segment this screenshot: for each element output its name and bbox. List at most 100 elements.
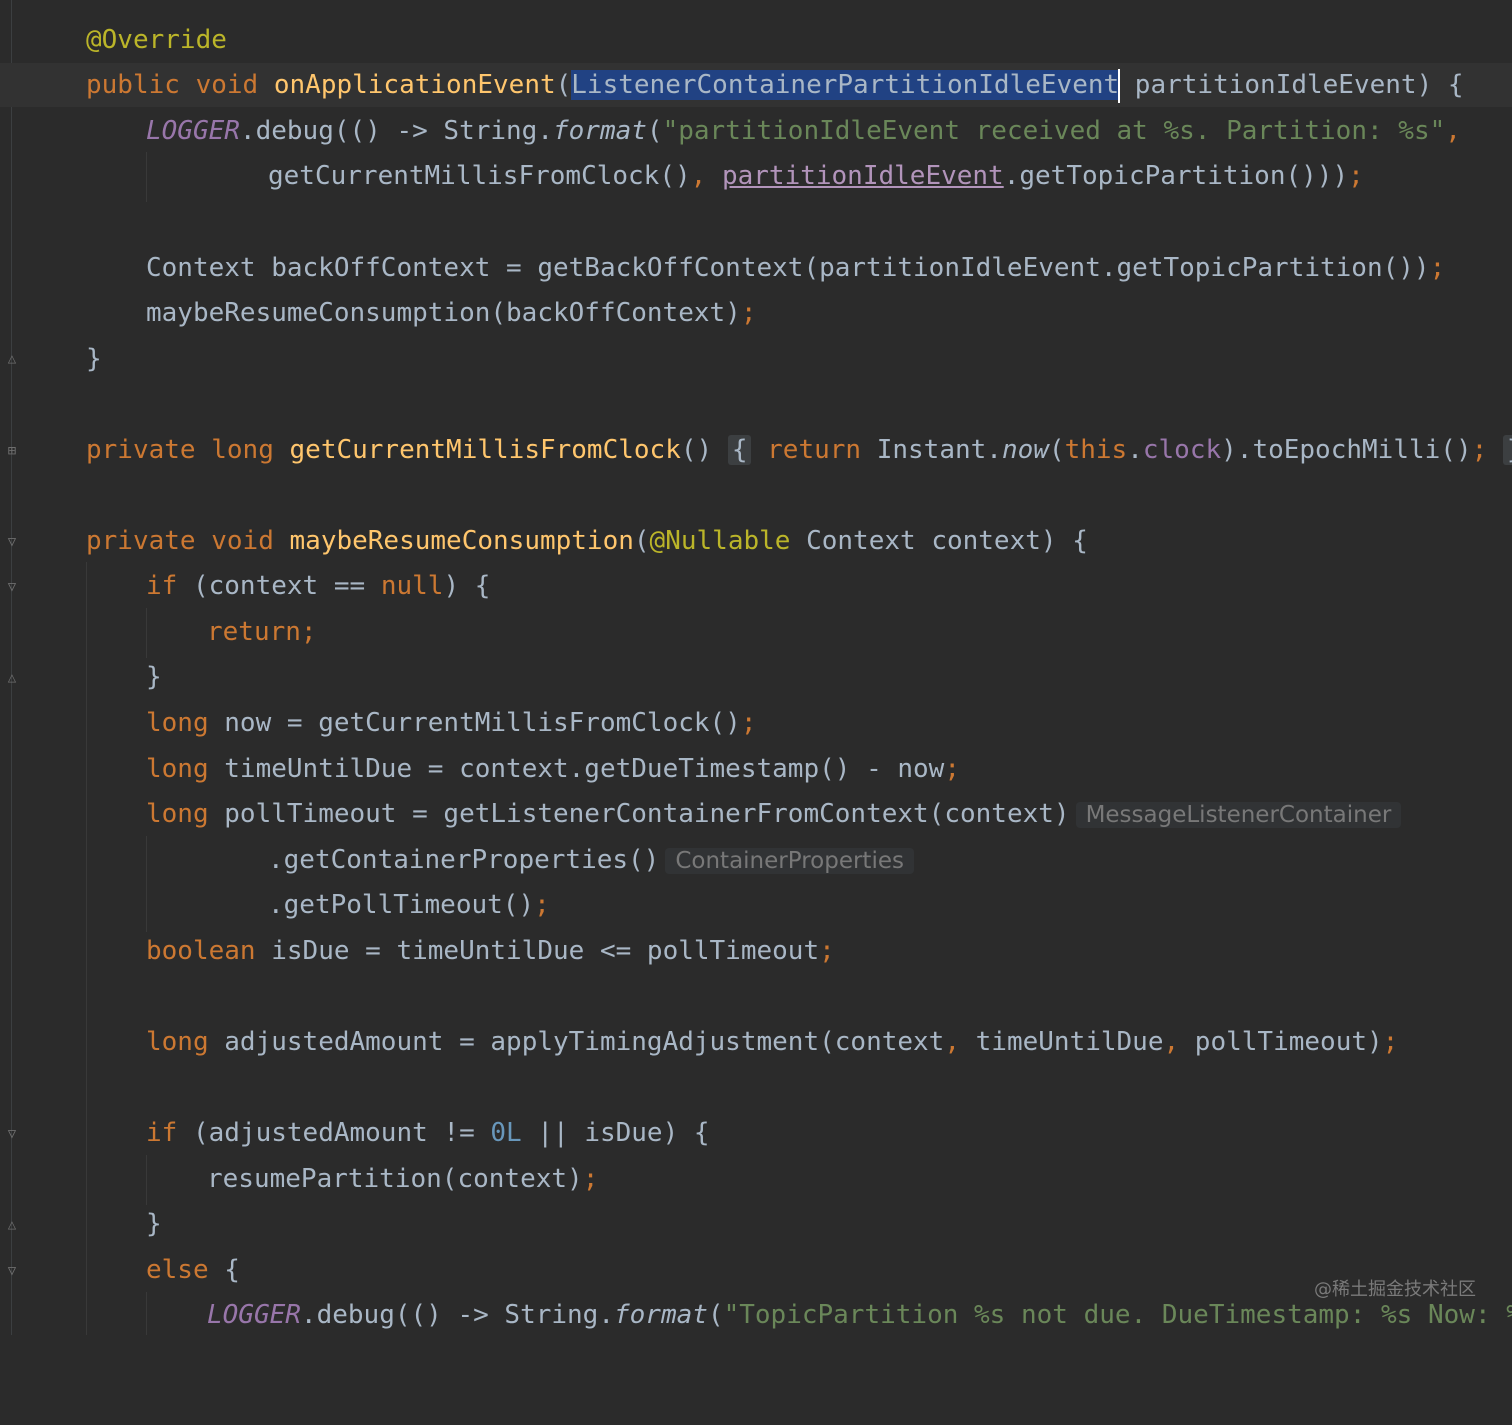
string-literal: "partitionIdleEvent received at %s. Part… <box>662 116 1446 146</box>
semicolon: ; <box>300 617 317 647</box>
semicolon: ; <box>1348 161 1364 191</box>
code-text: ).toEpochMilli() <box>1221 435 1472 465</box>
method-signature: public void onApplicationEvent(ListenerC… <box>86 63 1464 107</box>
code-text: ( <box>646 116 663 146</box>
method-name: maybeResumeConsumption <box>289 526 634 556</box>
code-text: .debug(() -> String. <box>239 116 553 146</box>
code-statement: LOGGER.debug(() -> String.format("partit… <box>146 109 1461 153</box>
closing-brace: } <box>146 662 162 692</box>
semicolon: ; <box>1429 253 1446 283</box>
code-statement: long timeUntilDue = context.getDueTimest… <box>146 747 960 791</box>
code-line[interactable]: if (adjustedAmount != 0L || isDue) { <box>0 1111 1512 1155</box>
method-signature: private long getCurrentMillisFromClock()… <box>86 428 1512 472</box>
code-statement: long pollTimeout = getListenerContainerF… <box>146 792 1402 837</box>
static-field: LOGGER <box>146 116 240 146</box>
code-text: Context context) { <box>790 526 1088 556</box>
selected-text[interactable]: ListenerContainerPartitionIdleEvent <box>571 70 1120 100</box>
code-line[interactable]: getCurrentMillisFromClock(), partitionId… <box>0 154 1512 198</box>
keyword: long <box>211 435 274 465</box>
annotation-override: @Override <box>86 25 227 55</box>
code-statement: .getPollTimeout(); <box>268 883 550 927</box>
keyword: this <box>1064 435 1128 465</box>
comma: , <box>1163 1027 1180 1057</box>
code-line[interactable]: boolean isDue = timeUntilDue <= pollTime… <box>0 929 1512 973</box>
code-line[interactable]: if (context == null) { <box>0 564 1512 608</box>
code-line[interactable]: else { <box>0 1248 1512 1292</box>
static-method: format <box>614 1300 708 1330</box>
keyword: void <box>211 526 274 556</box>
code-line[interactable]: Context backOffContext = getBackOffConte… <box>0 246 1512 290</box>
folded-region-end[interactable]: } <box>1502 435 1512 465</box>
closing-brace: } <box>146 1209 162 1239</box>
code-text: isDue = timeUntilDue <= pollTimeout <box>255 936 820 966</box>
comma: , <box>1445 116 1461 146</box>
code-line-current[interactable]: public void onApplicationEvent(ListenerC… <box>0 63 1512 107</box>
code-line[interactable]: resumePartition(context); <box>0 1157 1512 1201</box>
code-line[interactable]: .getContainerProperties() ContainerProper… <box>0 838 1512 882</box>
code-line[interactable]: private long getCurrentMillisFromClock()… <box>0 428 1512 472</box>
code-line[interactable]: } <box>0 1202 1512 1246</box>
type-inlay-hint: ContainerProperties <box>665 848 914 874</box>
string-literal: "TopicPartition %s not due. DueTimestamp… <box>723 1300 1512 1330</box>
code-text: resumePartition(context) <box>207 1164 583 1194</box>
code-text: partitionIdleEvent) { <box>1119 70 1464 100</box>
semicolon: ; <box>534 890 550 920</box>
code-text: now = getCurrentMillisFromClock() <box>208 708 741 738</box>
code-line[interactable]: return; <box>0 610 1512 654</box>
code-line[interactable]: long adjustedAmount = applyTimingAdjustm… <box>0 1020 1512 1064</box>
semicolon: ; <box>740 298 757 328</box>
semicolon: ; <box>944 754 960 784</box>
method-signature: private void maybeResumeConsumption(@Nul… <box>86 519 1088 563</box>
code-text: || isDue) { <box>521 1118 710 1148</box>
keyword: long <box>146 754 209 784</box>
code-text: timeUntilDue = context.getDueTimestamp()… <box>208 754 945 784</box>
watermark: @稀土掘金技术社区 <box>1314 1279 1476 1300</box>
code-text: getCurrentMillisFromClock() <box>268 161 691 191</box>
code-text: pollTimeout = getListenerContainerFromCo… <box>208 799 1070 829</box>
code-text: ) { <box>443 571 491 601</box>
code-line[interactable]: maybeResumeConsumption(backOffContext); <box>0 291 1512 335</box>
keyword: long <box>146 708 209 738</box>
code-line[interactable]: } <box>0 655 1512 699</box>
parameter-reference-link[interactable]: partitionIdleEvent <box>722 161 1004 191</box>
semicolon: ; <box>1382 1027 1399 1057</box>
comma: , <box>944 1027 960 1057</box>
keyword: long <box>146 1027 209 1057</box>
folded-region-start[interactable]: { <box>727 435 752 465</box>
code-line[interactable]: long now = getCurrentMillisFromClock(); <box>0 701 1512 745</box>
code-line[interactable]: @Override <box>0 18 1512 62</box>
static-field: LOGGER <box>207 1300 301 1330</box>
keyword: if <box>146 1118 178 1148</box>
keyword: private <box>86 526 196 556</box>
keyword: null <box>380 571 444 601</box>
code-line[interactable]: } <box>0 337 1512 381</box>
annotation: @Nullable <box>649 526 791 556</box>
code-line[interactable]: long pollTimeout = getListenerContainerF… <box>0 792 1512 836</box>
code-text: (adjustedAmount != <box>177 1118 491 1148</box>
code-text: () <box>680 435 713 465</box>
code-text: .getPollTimeout() <box>268 890 535 920</box>
code-text: (context == <box>177 571 381 601</box>
code-statement: resumePartition(context); <box>207 1157 598 1201</box>
code-editor[interactable]: ▽ △ ⊞ ▽ ▽ △ ▽ △ ▽ @Override public void … <box>0 0 1512 1335</box>
code-line[interactable]: long timeUntilDue = context.getDueTimest… <box>0 747 1512 791</box>
keyword: public <box>86 70 180 100</box>
code-line[interactable]: .getPollTimeout(); <box>0 883 1512 927</box>
code-line[interactable]: LOGGER.debug(() -> String.format("TopicP… <box>0 1293 1512 1337</box>
code-line[interactable]: LOGGER.debug(() -> String.format("partit… <box>0 109 1512 153</box>
code-text: Instant. <box>861 435 1002 465</box>
method-name: onApplicationEvent <box>273 70 556 100</box>
code-text: timeUntilDue <box>960 1027 1164 1057</box>
keyword: if <box>146 571 178 601</box>
code-line[interactable]: private void maybeResumeConsumption(@Nul… <box>0 519 1512 563</box>
static-method: format <box>553 116 647 146</box>
code-text: Context backOffContext = getBackOffConte… <box>146 253 1430 283</box>
code-statement: long adjustedAmount = applyTimingAdjustm… <box>146 1020 1398 1064</box>
keyword: void <box>195 70 259 100</box>
semicolon: ; <box>582 1164 599 1194</box>
code-statement: .getContainerProperties() ContainerProper… <box>268 838 914 883</box>
code-text: ( <box>1048 435 1065 465</box>
code-text: .getContainerProperties() <box>268 845 660 875</box>
static-method: now <box>1001 435 1049 465</box>
